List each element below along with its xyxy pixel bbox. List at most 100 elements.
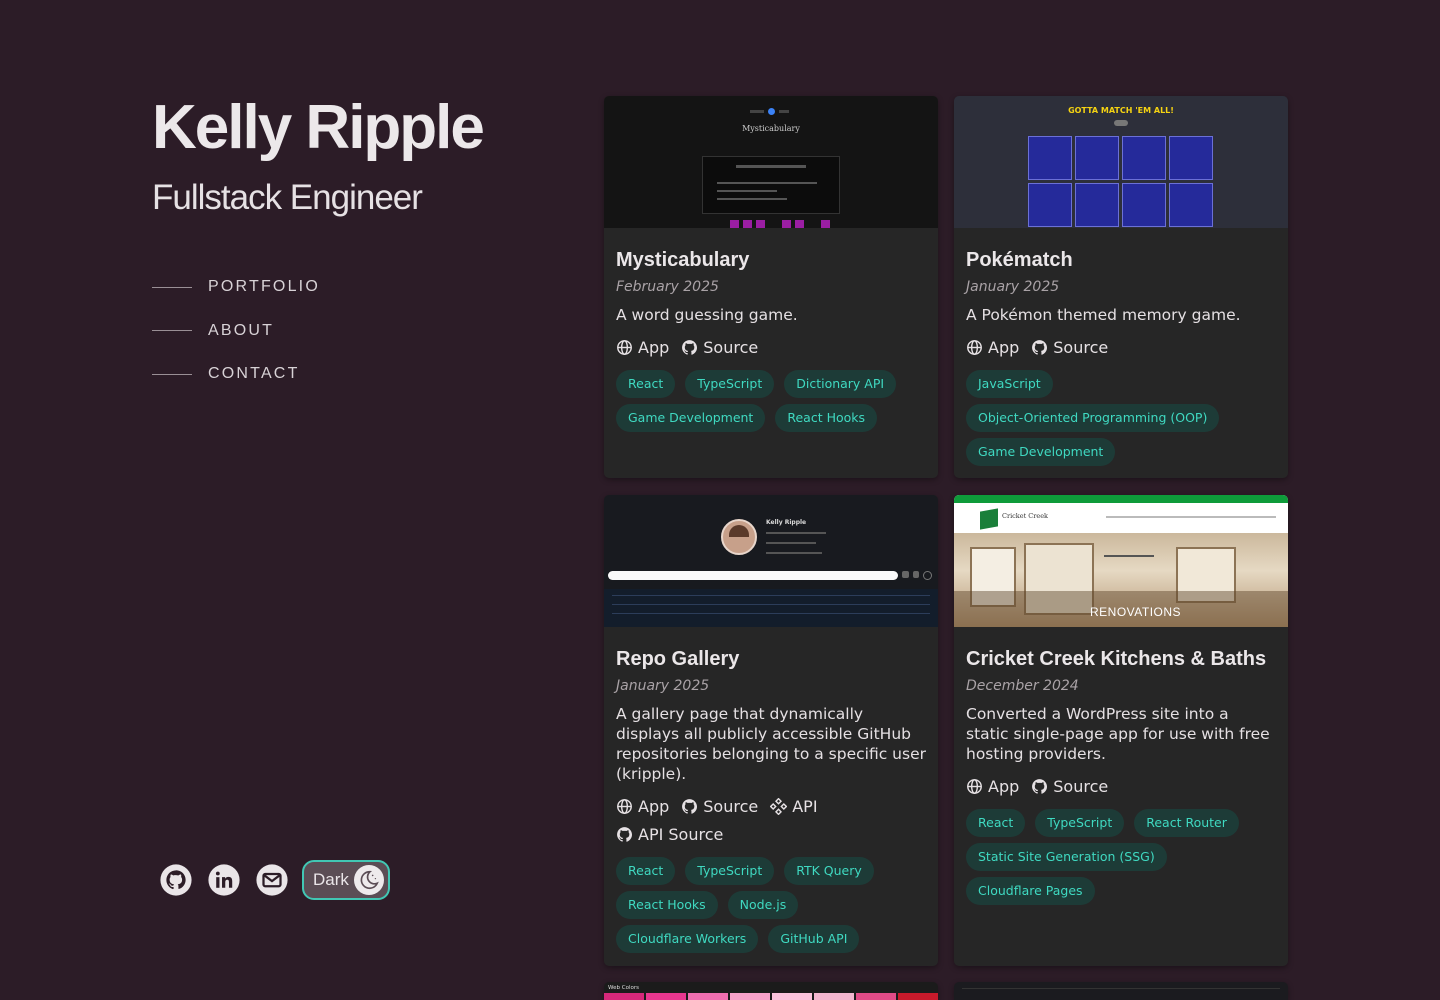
globe-icon xyxy=(617,339,632,355)
thumb-hero: RENOVATIONS xyxy=(954,533,1288,627)
card-description: A gallery page that dynamically displays… xyxy=(616,705,926,783)
project-card-mysticabulary[interactable]: Mysticabulary Mysticabulary February 202… xyxy=(604,96,938,478)
email-link[interactable] xyxy=(254,862,290,898)
app-link[interactable]: App xyxy=(616,795,669,817)
theme-toggle-label: Dark xyxy=(313,870,349,889)
project-thumbnail: Kelly Ripple xyxy=(604,495,938,627)
link-label: API Source xyxy=(638,824,724,844)
card-description: A Pokémon themed memory game. xyxy=(966,306,1241,324)
profile-role: Fullstack Engineer xyxy=(152,178,423,217)
thumb-topbar xyxy=(954,495,1288,503)
tag-chip[interactable]: Node.js xyxy=(727,891,799,919)
link-label: App xyxy=(638,337,670,357)
nav-item-contact[interactable]: CONTACT xyxy=(152,363,572,385)
linkedin-link[interactable] xyxy=(206,862,242,898)
app-link[interactable]: App xyxy=(616,336,669,358)
card-title: Cricket Creek Kitchens & Baths xyxy=(966,648,1267,670)
card-description: A word guessing game. xyxy=(616,306,798,324)
tag-chip[interactable]: TypeScript xyxy=(685,857,775,885)
nav-indicator-line xyxy=(152,330,192,331)
source-link[interactable]: Source xyxy=(681,795,758,817)
tag-chip[interactable]: React Hooks xyxy=(616,891,718,919)
thumb-searchbar xyxy=(608,571,898,580)
source-link[interactable]: Source xyxy=(681,336,758,358)
tag-chip[interactable]: Static Site Generation (SSG) xyxy=(966,843,1167,871)
thumb-controls xyxy=(902,571,933,580)
thumb-line xyxy=(962,988,1280,989)
tag-chip[interactable]: RTK Query xyxy=(784,857,874,885)
card-body: Pokématch January 2025 A Pokémon themed … xyxy=(954,228,1288,472)
project-card-web-colors[interactable]: Web Colors xyxy=(604,982,938,1000)
project-card-cricket-creek[interactable]: Cricket Creek RENOVATIONS Cricket Creek … xyxy=(954,495,1288,966)
api-source-link[interactable]: API Source xyxy=(616,823,723,845)
project-thumbnail: Cricket Creek RENOVATIONS xyxy=(954,495,1288,627)
tag-chip[interactable]: Game Development xyxy=(966,438,1116,466)
link-label: API xyxy=(792,796,818,816)
thumb-user: Kelly Ripple xyxy=(766,519,807,526)
memory-grid xyxy=(1028,136,1213,227)
thumb-line xyxy=(766,542,816,544)
main-nav: PORTFOLIO ABOUT CONTACT xyxy=(152,276,572,385)
card-links: App Source xyxy=(966,775,1276,803)
tag-chip[interactable]: Cloudflare Pages xyxy=(966,877,1095,905)
link-label: App xyxy=(988,776,1020,796)
profile-panel: Kelly Ripple Fullstack Engineer PORTFOLI… xyxy=(152,92,572,922)
link-label: App xyxy=(988,337,1020,357)
thumb-line xyxy=(766,532,826,534)
thumb-label: Web Colors xyxy=(608,985,639,991)
tag-chip[interactable]: Dictionary API xyxy=(784,370,897,398)
thumb-toggle xyxy=(1114,120,1128,126)
link-label: Source xyxy=(703,337,759,357)
moon-icon xyxy=(360,870,379,890)
api-link[interactable]: API xyxy=(770,795,818,817)
tag-chip[interactable]: React Router xyxy=(1134,809,1239,837)
thumb-toggle xyxy=(750,107,796,115)
card-links: App Source xyxy=(616,336,926,364)
thumb-overlay: RENOVATIONS xyxy=(1090,605,1182,619)
api-icon xyxy=(770,797,788,815)
card-date: January 2025 xyxy=(966,279,1060,295)
tag-chip[interactable]: Cloudflare Workers xyxy=(616,925,759,953)
project-card-repo-gallery[interactable]: Kelly Ripple Repo Gallery January 2025 A… xyxy=(604,495,938,966)
github-icon xyxy=(617,826,633,842)
toggle-knob xyxy=(354,865,384,895)
thumb-swatches xyxy=(604,993,938,1000)
link-label: App xyxy=(638,796,670,816)
tag-chip[interactable]: React xyxy=(616,857,676,885)
tag-chip[interactable]: TypeScript xyxy=(1035,809,1125,837)
github-link[interactable] xyxy=(158,862,194,898)
tag-chip[interactable]: TypeScript xyxy=(685,370,775,398)
linkedin-icon xyxy=(208,864,240,896)
github-icon xyxy=(682,798,698,814)
project-card-pokematch[interactable]: GOTTA MATCH 'EM ALL! Pokématch January 2… xyxy=(954,96,1288,478)
source-link[interactable]: Source xyxy=(1031,336,1108,358)
nav-indicator-line xyxy=(152,373,192,375)
card-title: Mysticabulary xyxy=(616,249,750,271)
card-title: Repo Gallery xyxy=(616,648,740,670)
project-thumbnail: Mysticabulary xyxy=(604,96,938,228)
nav-item-portfolio[interactable]: PORTFOLIO xyxy=(152,276,572,298)
github-icon xyxy=(1032,778,1048,794)
thumb-panel xyxy=(702,156,840,214)
globe-icon xyxy=(967,339,982,355)
link-label: Source xyxy=(1053,776,1109,796)
theme-toggle[interactable]: Dark xyxy=(302,860,390,900)
app-link[interactable]: App xyxy=(966,336,1019,358)
card-title: Pokématch xyxy=(966,249,1073,271)
thumb-brand: Cricket Creek xyxy=(1002,512,1048,520)
app-link[interactable]: App xyxy=(966,775,1019,797)
tag-chip[interactable]: JavaScript xyxy=(966,370,1053,398)
nav-item-label: ABOUT xyxy=(208,321,275,339)
tag-chip[interactable]: Game Development xyxy=(616,404,766,432)
thumb-logo xyxy=(980,508,998,530)
card-body: Cricket Creek Kitchens & Baths December … xyxy=(954,627,1288,911)
tag-chip[interactable]: GitHub API xyxy=(768,925,860,953)
thumb-banner: GOTTA MATCH 'EM ALL! xyxy=(1068,106,1174,115)
project-card-next[interactable] xyxy=(954,982,1288,1000)
source-link[interactable]: Source xyxy=(1031,775,1108,797)
tag-chip[interactable]: React xyxy=(616,370,676,398)
tag-chip[interactable]: Object-Oriented Programming (OOP) xyxy=(966,404,1220,432)
tag-chip[interactable]: React Hooks xyxy=(775,404,878,432)
tag-chip[interactable]: React xyxy=(966,809,1026,837)
nav-item-about[interactable]: ABOUT xyxy=(152,320,572,342)
